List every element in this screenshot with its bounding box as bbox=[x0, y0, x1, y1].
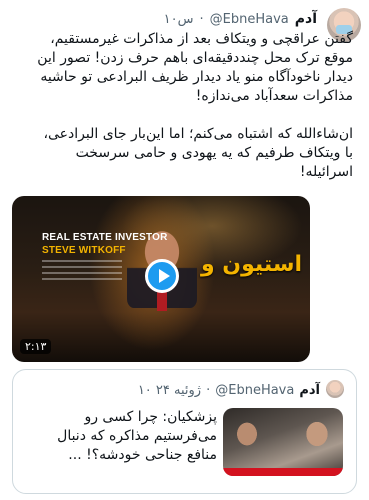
quoted-media-thumbnail[interactable] bbox=[223, 408, 343, 476]
play-icon[interactable] bbox=[145, 259, 179, 293]
quoted-author-handle: @EbneHava bbox=[215, 382, 295, 398]
video-caption-bars bbox=[42, 260, 122, 290]
tweet-paragraph: گفتن عراقچی و ویتکاف بعد از مذاکرات غیرم… bbox=[37, 31, 353, 104]
tweet-paragraph: ان‌شاءالله که اشتباه می‌کنم؛ اما این‌بار… bbox=[43, 126, 353, 180]
quoted-author-avatar bbox=[326, 380, 344, 398]
thumbnail-face-right bbox=[297, 416, 337, 466]
tweet-body: گفتن عراقچی و ویتکاف بعد از مذاکرات غیرم… bbox=[33, 30, 353, 182]
thumbnail-face-left bbox=[229, 418, 265, 464]
quoted-header-separator: · bbox=[206, 382, 211, 398]
quoted-tweet-card[interactable]: آدم @EbneHava · ۱۰ ژوئیه ۲۴ پزشکیان: چرا… bbox=[12, 369, 357, 494]
thumbnail-red-banner bbox=[223, 468, 343, 476]
tweet-timestamp[interactable]: ۱۰س bbox=[164, 12, 194, 27]
author-display-name[interactable]: آدم bbox=[295, 11, 317, 27]
header-separator: · bbox=[199, 11, 204, 27]
video-caption-line1: REAL ESTATE INVESTOR bbox=[42, 232, 168, 243]
video-duration-badge: ۲:۱۳ bbox=[20, 339, 52, 354]
quoted-tweet-date: ۱۰ ژوئیه ۲۴ bbox=[137, 382, 202, 398]
quoted-tweet-text: پزشکیان: چرا کسی رو می‌فرستیم مذاکره که … bbox=[57, 409, 217, 463]
quoted-tweet-header: آدم @EbneHava · ۱۰ ژوئیه ۲۴ bbox=[30, 380, 320, 400]
video-overlay-title: استیون و bbox=[200, 252, 302, 277]
video-player[interactable]: REAL ESTATE INVESTOR STEVE WITKOFF استیو… bbox=[12, 196, 310, 362]
tweet-header: آدم @EbneHava · ۱۰س bbox=[17, 8, 317, 30]
quoted-author-display-name: آدم bbox=[299, 382, 320, 398]
video-caption-line2: STEVE WITKOFF bbox=[42, 245, 126, 256]
author-handle[interactable]: @EbneHava bbox=[210, 12, 289, 27]
